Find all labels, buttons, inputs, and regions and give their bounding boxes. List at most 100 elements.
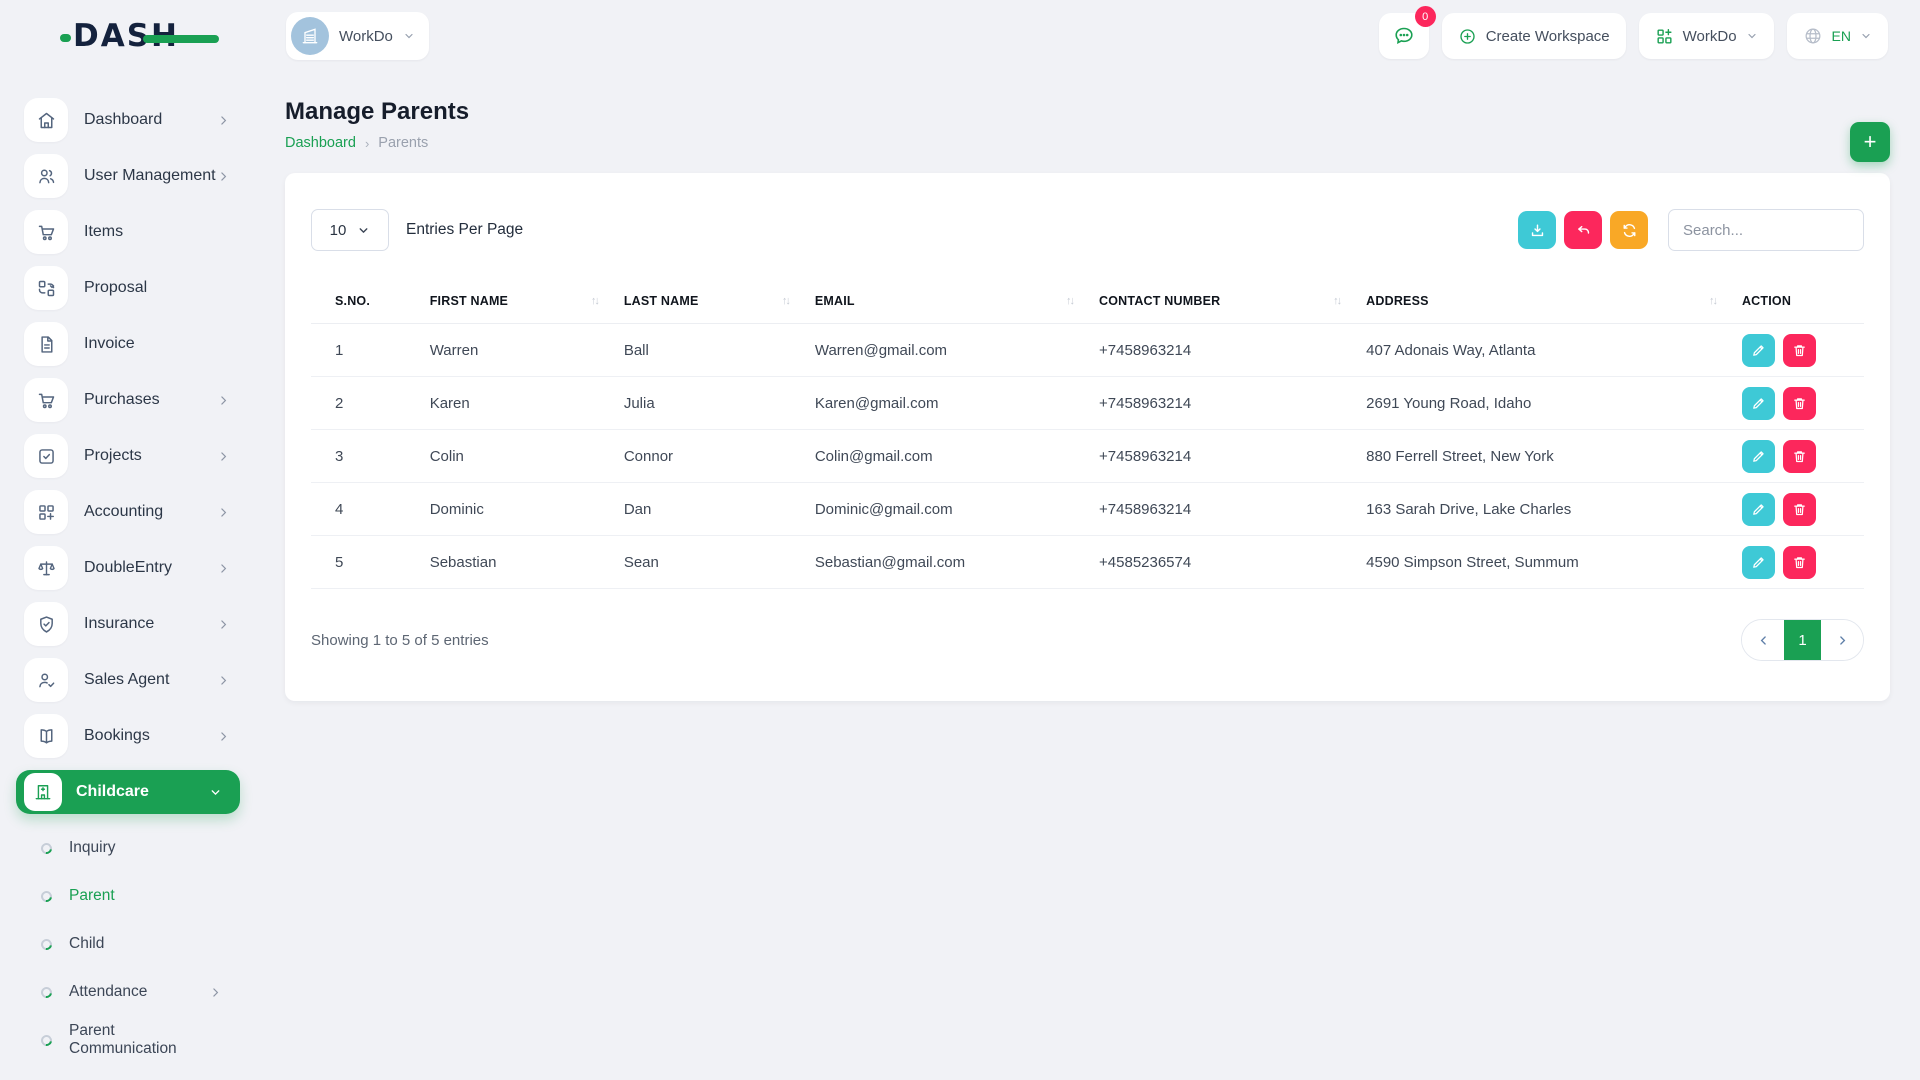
workdo-menu-label: WorkDo — [1683, 28, 1737, 45]
delete-button[interactable] — [1783, 493, 1816, 526]
sort-icon[interactable]: ↑↓ — [782, 295, 795, 307]
delete-button[interactable] — [1783, 546, 1816, 579]
column-action: ACTION — [1742, 294, 1791, 308]
workdo-menu-button[interactable]: WorkDo — [1639, 13, 1774, 59]
entries-per-page-select[interactable]: 10 — [311, 209, 389, 251]
cell-sno: 1 — [311, 324, 420, 377]
pencil-icon — [1751, 449, 1766, 464]
sidebar-item-insurance[interactable]: Insurance — [0, 602, 238, 646]
page-title: Manage Parents — [285, 98, 1890, 126]
delete-button[interactable] — [1783, 334, 1816, 367]
sidebar-item-proposal[interactable]: Proposal — [0, 266, 238, 310]
trash-icon — [1792, 396, 1807, 411]
table-footer: Showing 1 to 5 of 5 entries 1 — [311, 619, 1864, 661]
export-download-button[interactable] — [1518, 211, 1556, 249]
pencil-icon — [1751, 343, 1766, 358]
chevron-right-icon — [217, 450, 230, 463]
pagination-next-button[interactable] — [1821, 620, 1863, 660]
sidebar-item-sales-agent[interactable]: Sales Agent — [0, 658, 238, 702]
bullet-icon — [39, 936, 54, 951]
cell-first-name: Warren — [420, 324, 614, 377]
messages-button[interactable]: 0 — [1379, 13, 1429, 59]
pagination-page-1[interactable]: 1 — [1784, 620, 1821, 660]
edit-button[interactable] — [1742, 493, 1775, 526]
breadcrumb-dashboard-link[interactable]: Dashboard — [285, 135, 356, 151]
search-input[interactable] — [1668, 209, 1864, 251]
user-check-icon — [24, 658, 68, 702]
bullet-icon — [39, 984, 54, 999]
edit-button[interactable] — [1742, 546, 1775, 579]
sort-icon[interactable]: ↑↓ — [1709, 295, 1722, 307]
sidebar-subitem-attendance[interactable]: Attendance — [0, 968, 252, 1016]
sidebar-item-invoice[interactable]: Invoice — [0, 322, 238, 366]
cell-sno: 5 — [311, 536, 420, 589]
sidebar-subitem-inquiry[interactable]: Inquiry — [0, 824, 252, 872]
add-parent-button[interactable]: + — [1850, 122, 1890, 162]
chevron-right-icon — [217, 114, 230, 127]
sidebar-item-doubleentry[interactable]: DoubleEntry — [0, 546, 238, 590]
undo-button[interactable] — [1564, 211, 1602, 249]
workspace-name: WorkDo — [339, 28, 393, 45]
pencil-icon — [1751, 502, 1766, 517]
workspace-selector[interactable]: WorkDo — [286, 12, 429, 60]
cell-email: Colin@gmail.com — [805, 430, 1089, 483]
sidebar-item-dashboard[interactable]: Dashboard — [0, 98, 238, 142]
chevron-right-icon — [217, 562, 230, 575]
chevron-down-icon — [209, 786, 222, 799]
home-icon — [24, 98, 68, 142]
sidebar-item-user-management[interactable]: User Management — [0, 154, 238, 198]
delete-button[interactable] — [1783, 440, 1816, 473]
sidebar-item-accounting[interactable]: Accounting — [0, 490, 238, 534]
chevron-down-icon — [403, 30, 415, 42]
bullet-icon — [39, 1032, 54, 1047]
cell-contact: +7458963214 — [1089, 324, 1356, 377]
sort-icon[interactable]: ↑↓ — [591, 295, 604, 307]
sidebar-item-purchases[interactable]: Purchases — [0, 378, 238, 422]
sidebar-item-childcare[interactable]: Childcare — [16, 770, 240, 814]
edit-button[interactable] — [1742, 387, 1775, 420]
sidebar-item-bookings[interactable]: Bookings — [0, 714, 238, 758]
cart-icon — [24, 210, 68, 254]
logo-accent-bar — [143, 35, 219, 43]
workspace-avatar — [291, 17, 329, 55]
sort-icon[interactable]: ↑↓ — [1333, 295, 1346, 307]
table-controls: 10 Entries Per Page — [311, 209, 1864, 251]
sort-icon[interactable]: ↑↓ — [1066, 295, 1079, 307]
chat-icon — [1392, 24, 1416, 48]
cell-last-name: Sean — [614, 536, 805, 589]
app-logo[interactable]: DASH — [73, 18, 179, 54]
column-last-name: LAST NAME — [624, 294, 699, 308]
cell-contact: +4585236574 — [1089, 536, 1356, 589]
chevron-left-icon — [1757, 634, 1770, 647]
column-address: ADDRESS — [1366, 294, 1429, 308]
sidebar-subitem-child[interactable]: Child — [0, 920, 252, 968]
refresh-button[interactable] — [1610, 211, 1648, 249]
topbar: DASH WorkDo 0 Create Workspace WorkDo — [0, 0, 1920, 72]
page-header: Manage Parents Dashboard › Parents + — [285, 98, 1890, 151]
table-toolbar — [1518, 209, 1864, 251]
edit-button[interactable] — [1742, 334, 1775, 367]
language-selector[interactable]: EN — [1787, 13, 1888, 59]
sidebar-item-items[interactable]: Items — [0, 210, 238, 254]
cell-email: Sebastian@gmail.com — [805, 536, 1089, 589]
breadcrumb-separator: › — [365, 136, 369, 151]
edit-button[interactable] — [1742, 440, 1775, 473]
pencil-icon — [1751, 555, 1766, 570]
sidebar-subitem-parent-communication[interactable]: Parent Communication — [0, 1016, 252, 1064]
cell-sno: 3 — [311, 430, 420, 483]
delete-button[interactable] — [1783, 387, 1816, 420]
table-row: 5 Sebastian Sean Sebastian@gmail.com +45… — [311, 536, 1864, 589]
chevron-right-icon — [217, 506, 230, 519]
column-email: EMAIL — [815, 294, 855, 308]
column-sno: S.NO. — [335, 294, 370, 308]
chevron-right-icon — [217, 618, 230, 631]
sidebar-subitem-parent[interactable]: Parent — [0, 872, 252, 920]
childcare-building-icon — [24, 773, 62, 811]
create-workspace-label: Create Workspace — [1486, 28, 1610, 45]
create-workspace-button[interactable]: Create Workspace — [1442, 13, 1626, 59]
trash-icon — [1792, 343, 1807, 358]
pagination-prev-button[interactable] — [1742, 620, 1784, 660]
sidebar-item-projects[interactable]: Projects — [0, 434, 238, 478]
pencil-icon — [1751, 396, 1766, 411]
cell-address: 2691 Young Road, Idaho — [1356, 377, 1732, 430]
